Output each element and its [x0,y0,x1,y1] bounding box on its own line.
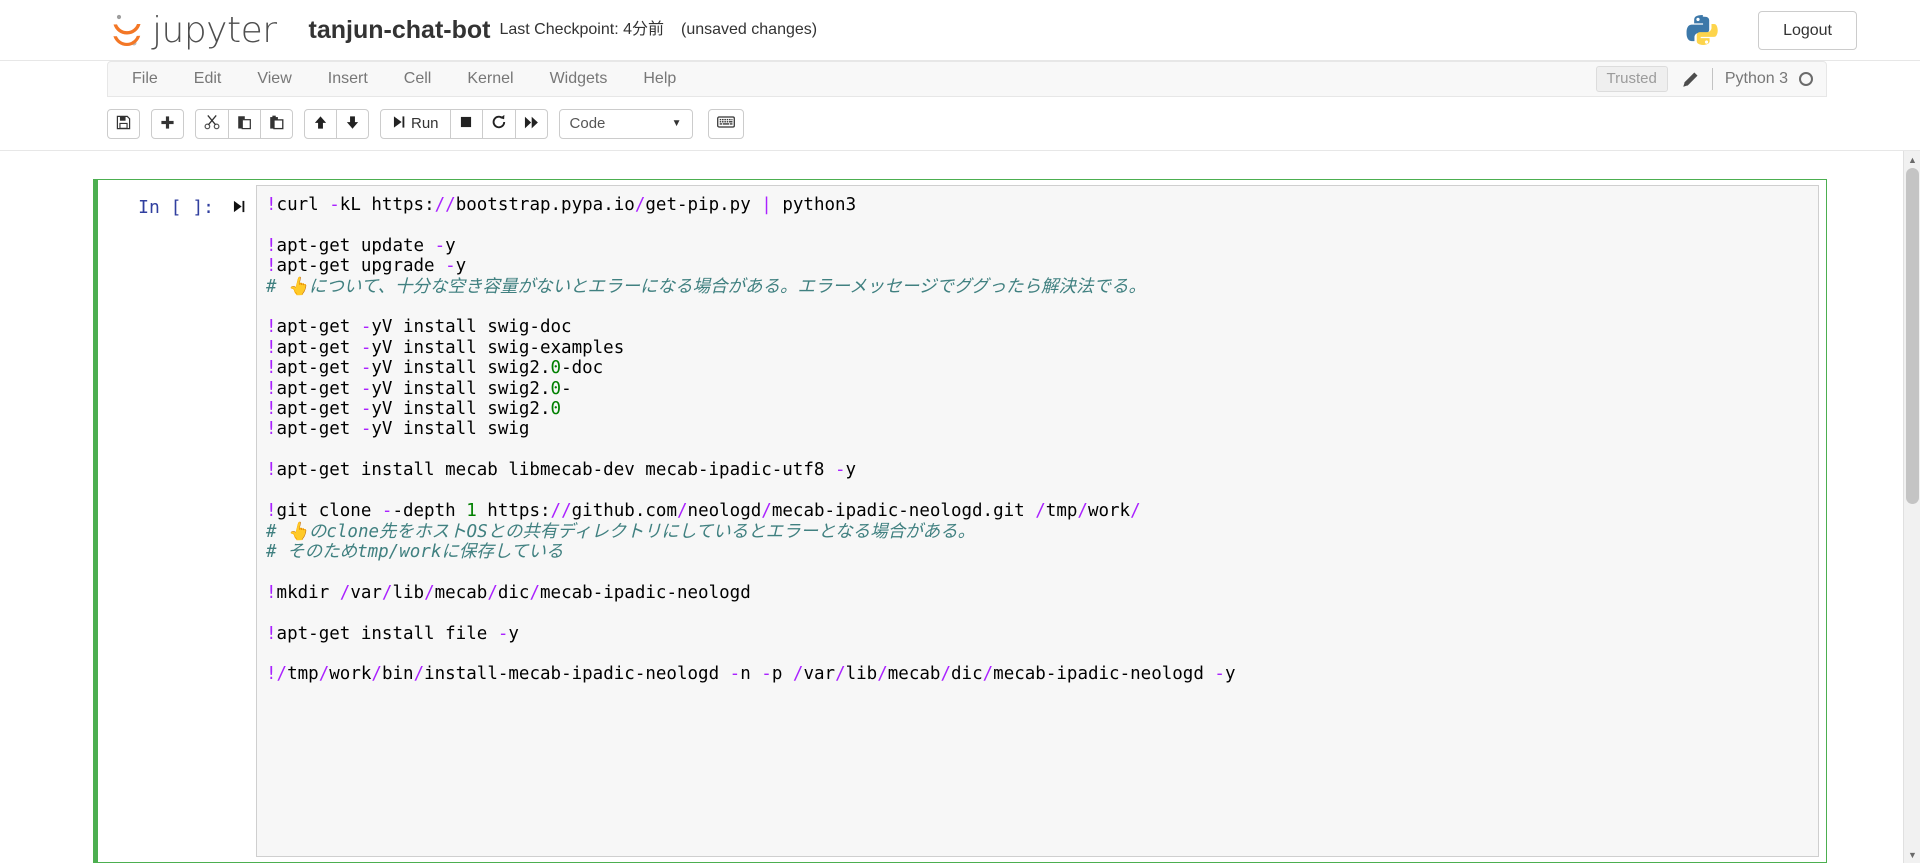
cut-button[interactable] [195,108,229,139]
toolbar-group-run: Run [380,108,548,139]
vertical-scrollbar[interactable]: ▲ ▼ [1903,151,1920,863]
menu-item-insert[interactable]: Insert [310,62,386,96]
scroll-up-arrow-icon[interactable]: ▲ [1904,151,1920,168]
page-header: jupyter tanjun-chat-bot Last Checkpoint:… [0,0,1920,61]
toolbar-group-insert [151,108,184,139]
toolbar-group-save [107,108,140,139]
cell-prompt-column: In [ ]: [98,185,256,857]
jupyter-logo[interactable]: jupyter [107,10,277,50]
restart-and-run-all-button[interactable] [514,108,548,139]
plus-icon [160,115,175,133]
save-icon [116,115,131,133]
restart-kernel-button[interactable] [481,108,516,139]
kernel-idle-circle-icon[interactable] [1799,72,1813,86]
kernel-divider [1711,68,1713,90]
cell-type-value: Code [569,115,606,132]
keyboard-icon [716,115,735,132]
scroll-down-arrow-icon[interactable]: ▼ [1904,846,1920,863]
save-button[interactable] [107,108,140,139]
trusted-badge: Trusted [1595,65,1668,93]
notebook-body: In [ ]: !curl -kL https://bootstrap.pypa… [0,151,1920,863]
jupyter-logo-text: jupyter [152,10,277,51]
run-button[interactable]: Run [380,108,451,139]
menubar-container: File Edit View Insert Cell Kernel Widget… [0,61,1920,97]
notebook-panel: In [ ]: !curl -kL https://bootstrap.pypa… [93,151,1827,863]
menu-item-help[interactable]: Help [625,62,694,96]
paste-button[interactable] [260,108,293,139]
logout-button[interactable]: Logout [1758,10,1857,51]
fast-forward-icon [524,115,539,133]
toolbar-group-move [304,108,369,139]
menubar-right-group: Trusted Python 3 [1595,62,1817,96]
kernel-name-label: Python 3 [1724,70,1788,87]
toolbar-container: Run Code ▼ [0,97,1920,151]
run-button-label: Run [411,115,439,132]
last-checkpoint-label: Last Checkpoint: 4分前 [499,21,664,38]
pencil-icon[interactable] [1682,71,1699,88]
move-cell-up-button[interactable] [304,108,337,139]
run-step-icon[interactable] [232,199,246,214]
cell-prompt-label: In [ ]: [138,197,214,218]
notebook-name[interactable]: tanjun-chat-bot [309,17,491,43]
run-step-icon [392,115,406,132]
toolbar-group-clipboard [195,108,293,139]
unsaved-changes-label: (unsaved changes) [681,21,818,38]
paste-icon [269,115,284,133]
scissors-icon [204,114,220,133]
menu-item-edit[interactable]: Edit [176,62,240,96]
code-cell[interactable]: In [ ]: !curl -kL https://bootstrap.pypa… [93,179,1827,863]
toolbar: Run Code ▼ [107,97,1827,150]
menu-item-widgets[interactable]: Widgets [532,62,626,96]
arrow-down-icon [345,115,360,133]
arrow-up-icon [313,115,328,133]
chevron-down-icon: ▼ [671,118,682,129]
menu-item-cell[interactable]: Cell [386,62,450,96]
copy-icon [237,115,252,133]
interrupt-kernel-button[interactable] [449,108,483,139]
scrollbar-thumb[interactable] [1906,168,1919,504]
menu-item-kernel[interactable]: Kernel [449,62,531,96]
header-right-group: Logout [1684,0,1920,61]
stop-square-icon [459,115,473,132]
python-logo-icon [1684,12,1722,50]
cell-source-code[interactable]: !curl -kL https://bootstrap.pypa.io/get-… [266,195,1808,685]
toolbar-group-palette [707,108,744,139]
cell-type-select[interactable]: Code ▼ [558,108,693,139]
menu-item-view[interactable]: View [239,62,309,96]
menu-item-file[interactable]: File [114,62,176,96]
restart-circular-arrow-icon [491,114,507,133]
menubar: File Edit View Insert Cell Kernel Widget… [107,61,1827,97]
copy-button[interactable] [228,108,261,139]
command-palette-button[interactable] [707,108,744,139]
jupyter-logo-icon [107,10,147,50]
code-editor-area[interactable]: !curl -kL https://bootstrap.pypa.io/get-… [256,185,1819,857]
insert-cell-below-button[interactable] [151,108,184,139]
move-cell-down-button[interactable] [336,108,369,139]
